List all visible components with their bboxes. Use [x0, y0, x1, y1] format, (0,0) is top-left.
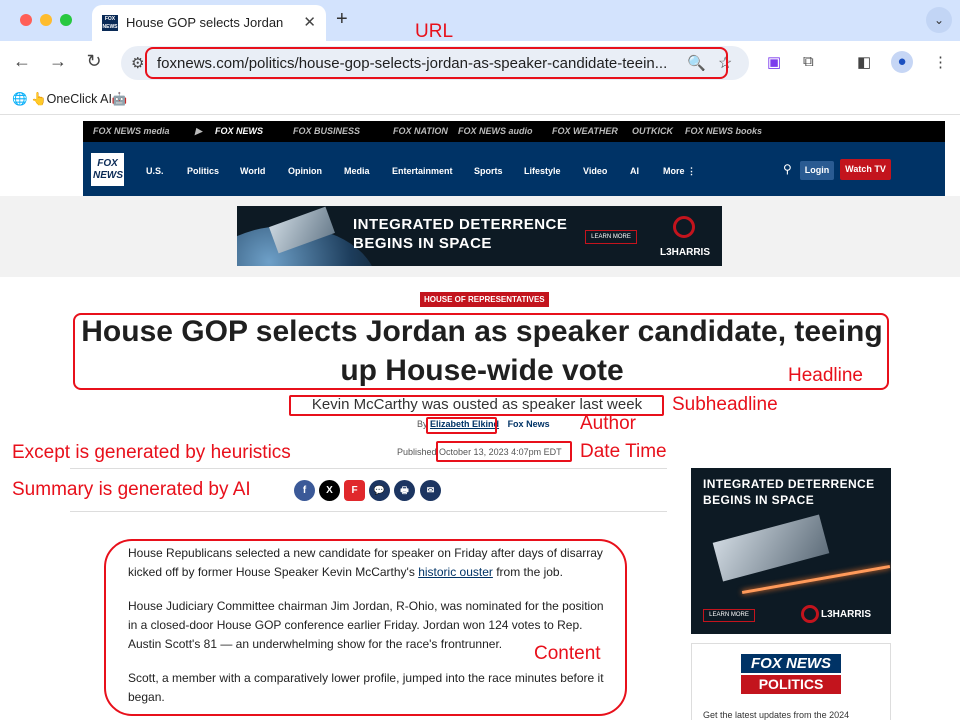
reload-button[interactable]: ↻ — [82, 51, 106, 72]
comments-icon[interactable]: 💬 — [369, 480, 390, 501]
nav-politics[interactable]: Politics — [187, 166, 219, 176]
strip-item-fox-news-books[interactable]: FOX NEWS books — [685, 126, 762, 136]
close-tab-icon[interactable]: ✕ — [303, 13, 316, 31]
banner-ad-learn-more[interactable]: LEARN MORE — [585, 230, 637, 244]
annotation-summary-note: Summary is generated by AI — [12, 479, 251, 500]
divider — [70, 511, 667, 512]
annotation-datetime-box — [436, 441, 572, 462]
strip-item-fox-business[interactable]: FOX BUSINESS — [293, 126, 360, 136]
email-share-icon[interactable]: ✉ — [420, 480, 441, 501]
banner-ad-row: INTEGRATED DETERRENCE BEGINS IN SPACE LE… — [0, 196, 960, 277]
side-ad[interactable]: INTEGRATED DETERRENCE BEGINS IN SPACE LE… — [691, 468, 891, 634]
tab-bar: FOX NEWS House GOP selects Jordan as spe… — [0, 0, 960, 41]
puzzle-extensions-icon[interactable]: ⧉ — [803, 53, 814, 70]
tab-search-chevron-icon[interactable]: ⌄ — [926, 7, 952, 33]
strip-arrow-icon: ▶ — [195, 126, 202, 136]
nav-entertainment[interactable]: Entertainment — [392, 166, 453, 176]
fox-network-strip: FOX NEWS media ▶ FOX NEWS FOX BUSINESS F… — [83, 121, 945, 142]
login-button[interactable]: Login — [800, 161, 834, 180]
nav-us[interactable]: U.S. — [146, 166, 164, 176]
forward-button[interactable]: → — [46, 51, 70, 72]
side-ad-line1: INTEGRATED DETERRENCE — [703, 477, 875, 491]
fox-politics-newsletter: FOX NEWS POLITICS Get the latest updates… — [691, 643, 891, 720]
annotation-url-label: URL — [415, 21, 454, 42]
annotation-url-box — [145, 47, 728, 79]
nav-world[interactable]: World — [240, 166, 265, 176]
side-ad-line2: BEGINS IN SPACE — [703, 493, 815, 507]
banner-ad[interactable]: INTEGRATED DETERRENCE BEGINS IN SPACE LE… — [237, 206, 722, 266]
close-window-button[interactable] — [20, 14, 32, 26]
l3harris-logo-icon — [673, 216, 695, 238]
browser-menu-icon[interactable]: ⋮ — [933, 53, 948, 71]
nav-video[interactable]: Video — [583, 166, 607, 176]
flipboard-share-icon[interactable]: F — [344, 480, 365, 501]
strip-item-fox-weather[interactable]: FOX WEATHER — [552, 126, 618, 136]
search-icon[interactable]: ⚲ — [783, 162, 792, 176]
new-tab-button[interactable]: + — [336, 8, 348, 31]
profile-avatar-icon[interactable]: ● — [891, 51, 913, 73]
side-ad-learn-more[interactable]: LEARN MORE — [703, 609, 755, 622]
nav-media[interactable]: Media — [344, 166, 370, 176]
nav-ai[interactable]: AI — [630, 166, 639, 176]
annotation-author-label: Author — [580, 413, 636, 434]
annotation-subheadline-label: Subheadline — [672, 394, 778, 415]
fox-main-nav: FOX NEWS U.S. Politics World Opinion Med… — [83, 142, 945, 196]
x-share-icon[interactable]: X — [319, 480, 340, 501]
fox-favicon-icon: FOX NEWS — [102, 15, 118, 31]
site-settings-icon[interactable]: ⚙ — [131, 54, 144, 72]
section-tag[interactable]: HOUSE OF REPRESENTATIVES — [420, 292, 549, 307]
strip-item-fox-news-media[interactable]: FOX NEWS media — [93, 126, 170, 136]
strip-item-fox-nation[interactable]: FOX NATION — [393, 126, 448, 136]
divider — [70, 468, 667, 469]
strip-item-fox-news-audio[interactable]: FOX NEWS audio — [458, 126, 533, 136]
globe-icon: 🌐 — [12, 92, 32, 106]
facebook-share-icon[interactable]: f — [294, 480, 315, 501]
watch-tv-button[interactable]: Watch TV — [840, 159, 891, 180]
banner-ad-line2: BEGINS IN SPACE — [353, 235, 492, 252]
outlet-link[interactable]: Fox News — [508, 419, 550, 429]
fox-news-politics-logo: FOX NEWS — [741, 654, 841, 673]
nav-more[interactable]: More ⋮ — [663, 166, 696, 177]
annotation-content-box — [104, 539, 627, 716]
satellite-image — [712, 514, 830, 582]
l3harris-logo-icon — [801, 605, 819, 623]
nav-lifestyle[interactable]: Lifestyle — [524, 166, 561, 176]
annotation-headline-box — [73, 313, 889, 390]
maximize-window-button[interactable] — [60, 14, 72, 26]
minimize-window-button[interactable] — [40, 14, 52, 26]
strip-item-outkick[interactable]: OUTKICK — [632, 126, 673, 136]
annotation-author-box — [426, 417, 497, 434]
nav-sports[interactable]: Sports — [474, 166, 503, 176]
politics-logo-label: POLITICS — [741, 675, 841, 694]
banner-ad-line1: INTEGRATED DETERRENCE — [353, 216, 568, 233]
published-label: Published — [397, 447, 437, 457]
extension-icon[interactable]: ▣ — [767, 53, 781, 71]
strip-item-fox-news[interactable]: FOX NEWS — [215, 126, 263, 136]
side-panel-icon[interactable]: ◧ — [857, 53, 871, 71]
back-button[interactable]: ← — [10, 51, 34, 72]
annotation-excerpt-note: Except is generated by heuristics — [12, 442, 291, 463]
browser-tab[interactable]: FOX NEWS House GOP selects Jordan as spe… — [92, 5, 326, 41]
print-icon[interactable]: 🖶 — [394, 480, 415, 501]
annotation-headline-label: Headline — [788, 365, 863, 386]
side-ad-brand: L3HARRIS — [821, 609, 872, 620]
bookmarks-bar: 🌐 👆OneClick AI🤖 — [0, 85, 960, 115]
fox-news-logo[interactable]: FOX NEWS — [91, 153, 124, 186]
tab-title: House GOP selects Jordan as speaker cand… — [126, 15, 286, 30]
banner-ad-brand: L3HARRIS — [660, 247, 711, 258]
newsletter-text: Get the latest updates from the 2024 — [703, 710, 850, 720]
nav-opinion[interactable]: Opinion — [288, 166, 322, 176]
annotation-content-label: Content — [534, 643, 601, 664]
annotation-datetime-label: Date Time — [580, 441, 667, 462]
bookmark-oneclick-ai[interactable]: 🌐 👆OneClick AI🤖 — [12, 92, 127, 107]
